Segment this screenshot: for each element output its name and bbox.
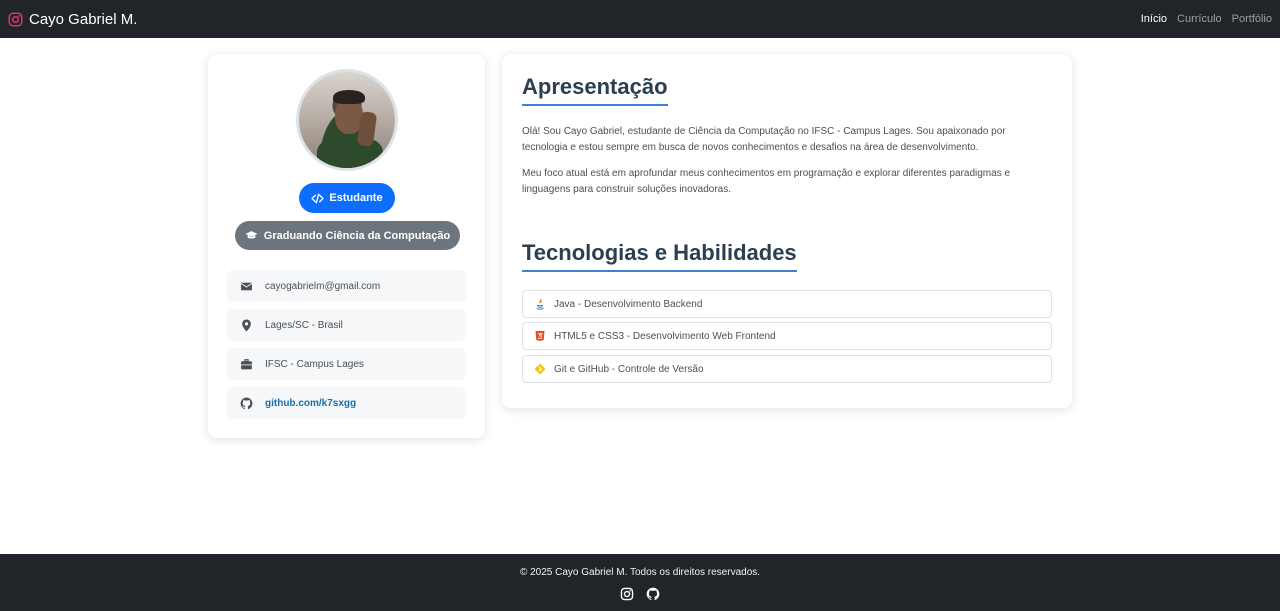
code-icon	[311, 193, 324, 203]
info-location: Lages/SC - Brasil	[227, 309, 466, 341]
course-badge: Graduando Ciência da Computação	[235, 221, 460, 250]
about-paragraph-2: Meu foco atual está em aprofundar meus c…	[522, 168, 1011, 195]
brand-name: Cayo Gabriel M.	[29, 10, 138, 28]
instagram-icon	[8, 12, 23, 26]
instagram-icon[interactable]	[620, 587, 634, 601]
skill-item-git: Git e GitHub - Controle de Versão	[522, 355, 1052, 383]
briefcase-icon	[241, 358, 252, 369]
footer-copyright: © 2025 Cayo Gabriel M. Todos os direitos…	[519, 567, 761, 578]
map-pin-icon	[242, 319, 251, 331]
nav-link-portfolio[interactable]: Portfólio	[1232, 13, 1272, 25]
info-github: github.com/k7sxgg	[227, 387, 466, 419]
info-location-text: Lages/SC - Brasil	[265, 319, 343, 331]
nav-links: Início Currículo Portfólio	[1141, 13, 1272, 25]
nav-link-curriculo[interactable]: Currículo	[1177, 13, 1222, 25]
profile-card: Estudante Graduando Ciência da Computaçã…	[208, 54, 485, 438]
graduation-cap-icon	[245, 231, 258, 239]
navbar: Cayo Gabriel M. Início Currículo Portfól…	[0, 0, 1280, 38]
skill-item-java-text: Java - Desenvolvimento Backend	[554, 298, 703, 310]
brand-link[interactable]: Cayo Gabriel M.	[8, 11, 137, 28]
html5-icon	[535, 331, 545, 341]
info-email-text: cayogabrielm@gmail.com	[265, 280, 381, 292]
main-card: Apresentação Olá! Sou Cayo Gabriel, estu…	[502, 54, 1072, 408]
java-icon	[536, 298, 544, 310]
avatar	[296, 69, 398, 171]
skill-item-html: HTML5 e CSS3 - Desenvolvimento Web Front…	[522, 322, 1052, 350]
envelope-icon	[240, 282, 253, 290]
role-badge: Estudante	[299, 183, 395, 213]
skill-item-java: Java - Desenvolvimento Backend	[522, 290, 1052, 318]
github-icon[interactable]	[646, 587, 660, 601]
course-badge-label: Graduando Ciência da Computação	[263, 229, 451, 242]
skill-item-html-text: HTML5 e CSS3 - Desenvolvimento Web Front…	[554, 330, 776, 342]
role-badge-label: Estudante	[329, 192, 383, 204]
footer-social-icons	[620, 587, 660, 601]
about-title: Apresentação	[522, 74, 668, 106]
info-institution-text: IFSC - Campus Lages	[265, 358, 364, 370]
info-institution: IFSC - Campus Lages	[227, 348, 466, 380]
git-icon	[534, 363, 546, 375]
skill-item-git-text: Git e GitHub - Controle de Versão	[554, 363, 704, 375]
footer: © 2025 Cayo Gabriel M. Todos os direitos…	[0, 554, 1280, 611]
nav-link-inicio[interactable]: Início	[1141, 13, 1167, 25]
github-link[interactable]: github.com/k7sxgg	[265, 398, 356, 409]
about-paragraph-1: Olá! Sou Cayo Gabriel, estudante de Ciên…	[522, 126, 1006, 153]
info-email: cayogabrielm@gmail.com	[227, 270, 466, 302]
github-icon	[240, 397, 253, 409]
skills-title: Tecnologias e Habilidades	[522, 240, 797, 272]
